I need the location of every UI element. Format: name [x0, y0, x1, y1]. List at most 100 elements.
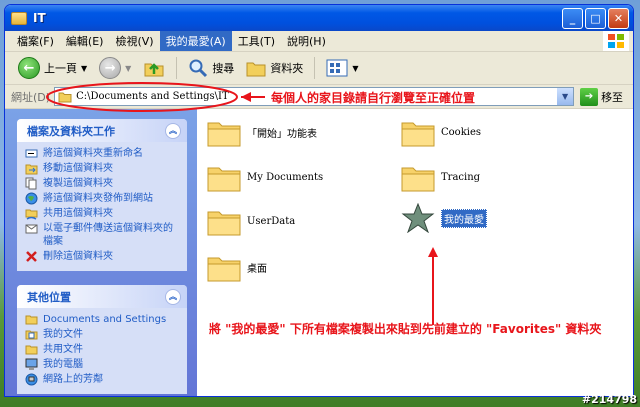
file-name: Tracing [441, 171, 481, 183]
chevron-down-icon[interactable]: ▼ [125, 64, 131, 73]
file-name: 「開始」功能表 [247, 128, 317, 140]
folder-icon [11, 11, 27, 25]
watermark: #214798 [581, 393, 637, 406]
annotation-top: 每個人的家目錄請自行瀏覽至正確位置 [271, 91, 476, 105]
task-publish[interactable]: 將這個資料夾發佈到網站 [25, 192, 181, 205]
file-item[interactable]: UserData [207, 206, 295, 236]
place-label: 我的文件 [43, 329, 83, 340]
menu-view[interactable]: 檢視(V) [109, 31, 159, 51]
file-item[interactable]: 桌面 [207, 252, 267, 282]
toolbar: ← 上一頁 ▼ → ▼ 搜尋 資料夾 ▼ [5, 52, 633, 85]
task-rename[interactable]: 將這個資料夾重新命名 [25, 147, 181, 160]
places-panel-title: 其他位置 [27, 290, 71, 304]
go-arrow-icon: ➔ [580, 87, 599, 106]
up-folder-icon [144, 63, 164, 77]
move-icon [25, 164, 38, 175]
chevron-down-icon[interactable]: ▼ [352, 64, 358, 73]
file-view: 「開始」功能表 Cookies My Documents Tracing Use… [197, 109, 633, 396]
collapse-icon[interactable]: ︽ [165, 288, 181, 305]
task-copy-label: 複製這個資料夾 [43, 178, 113, 189]
file-item[interactable]: 「開始」功能表 [207, 117, 317, 147]
file-item[interactable]: Tracing [401, 162, 480, 192]
task-share[interactable]: 共用這個資料夾 [25, 207, 181, 220]
folder-icon [207, 211, 241, 236]
up-folder-button[interactable] [140, 56, 168, 80]
toolbar-separator [176, 57, 178, 79]
place-label: 我的電腦 [43, 359, 83, 370]
file-name: UserData [247, 215, 296, 227]
chevron-down-icon[interactable]: ▼ [557, 88, 574, 105]
place-documents-and-settings[interactable]: Documents and Settings [25, 313, 181, 326]
folder-icon [58, 92, 72, 102]
collapse-icon[interactable]: ︽ [165, 122, 181, 139]
rename-icon [25, 149, 38, 158]
folder-icon [207, 257, 241, 282]
search-button[interactable]: 搜尋 [185, 56, 237, 80]
tasks-panel: 檔案及資料夾工作 ︽ 將這個資料夾重新命名 移動這個資料夾 複製這個資料夾 將這… [17, 119, 187, 271]
task-email-label: 以電子郵件傳送這個資料夾的檔案 [43, 223, 173, 247]
menu-help[interactable]: 說明(H) [281, 31, 332, 51]
task-share-label: 共用這個資料夾 [43, 208, 113, 219]
go-button[interactable]: ➔ 移至 [580, 87, 623, 106]
search-label: 搜尋 [212, 62, 235, 75]
file-name: 我的最愛 [441, 208, 487, 228]
place-network[interactable]: 網路上的芳鄰 [25, 373, 181, 386]
copy-icon [25, 177, 37, 190]
shared-documents-icon [25, 345, 38, 355]
back-arrow-icon: ← [18, 57, 40, 79]
forward-button[interactable]: → ▼ [96, 55, 134, 81]
place-label: 網路上的芳鄰 [43, 374, 103, 385]
file-name: 桌面 [247, 263, 267, 275]
network-icon [25, 373, 38, 386]
tasks-panel-header[interactable]: 檔案及資料夾工作 ︽ [17, 119, 187, 142]
task-publish-label: 將這個資料夾發佈到網站 [43, 193, 153, 204]
file-name: Cookies [441, 126, 481, 138]
my-documents-icon [25, 330, 38, 340]
maximize-button[interactable]: □ [585, 8, 606, 29]
folder-icon [207, 122, 241, 147]
address-path: C:\Documents and Settings\IT [76, 91, 229, 102]
places-panel-header[interactable]: 其他位置 ︽ [17, 285, 187, 308]
task-move[interactable]: 移動這個資料夾 [25, 162, 181, 175]
folders-icon [246, 62, 266, 77]
menu-favorites[interactable]: 我的最愛(A) [159, 31, 232, 51]
favorites-folder-item[interactable]: 我的最愛 [401, 203, 487, 233]
file-name: My Documents [247, 171, 324, 183]
windows-logo-icon [603, 31, 629, 51]
views-icon [326, 59, 348, 77]
views-button[interactable]: ▼ [323, 57, 361, 79]
star-icon [401, 203, 435, 233]
menu-tools[interactable]: 工具(T) [232, 31, 281, 51]
folder-icon [207, 167, 241, 192]
explorer-window: IT _ □ ✕ 檔案(F) 編輯(E) 檢視(V) 我的最愛(A) 工具(T)… [4, 4, 634, 397]
places-panel: 其他位置 ︽ Documents and Settings 我的文件 共用文件 [17, 285, 187, 394]
computer-icon [25, 358, 38, 370]
task-move-label: 移動這個資料夾 [43, 163, 113, 174]
minimize-button[interactable]: _ [562, 8, 583, 29]
task-delete[interactable]: 刪除這個資料夾 [25, 250, 181, 263]
back-button[interactable]: ← 上一頁 ▼ [15, 55, 90, 81]
task-copy[interactable]: 複製這個資料夾 [25, 177, 181, 190]
chevron-down-icon[interactable]: ▼ [81, 64, 87, 73]
menu-edit[interactable]: 編輯(E) [60, 31, 110, 51]
tasks-panel-title: 檔案及資料夾工作 [27, 124, 115, 138]
address-label: 網址(D) [11, 90, 51, 104]
folder-icon [401, 167, 435, 192]
task-rename-label: 將這個資料夾重新命名 [43, 148, 143, 159]
menu-bar: 檔案(F) 編輯(E) 檢視(V) 我的最愛(A) 工具(T) 說明(H) [5, 31, 633, 52]
close-button[interactable]: ✕ [608, 8, 629, 29]
place-my-computer[interactable]: 我的電腦 [25, 358, 181, 371]
place-shared-documents[interactable]: 共用文件 [25, 343, 181, 356]
share-icon [25, 209, 38, 220]
task-delete-label: 刪除這個資料夾 [43, 251, 113, 262]
file-item[interactable]: Cookies [401, 117, 481, 147]
menu-file[interactable]: 檔案(F) [11, 31, 60, 51]
task-email[interactable]: 以電子郵件傳送這個資料夾的檔案 [25, 222, 181, 248]
file-item[interactable]: My Documents [207, 162, 323, 192]
place-label: Documents and Settings [43, 314, 167, 325]
place-my-documents[interactable]: 我的文件 [25, 328, 181, 341]
folder-icon [25, 315, 38, 325]
delete-icon [26, 251, 37, 262]
title-bar[interactable]: IT _ □ ✕ [5, 5, 633, 31]
folders-button[interactable]: 資料夾 [243, 57, 306, 79]
